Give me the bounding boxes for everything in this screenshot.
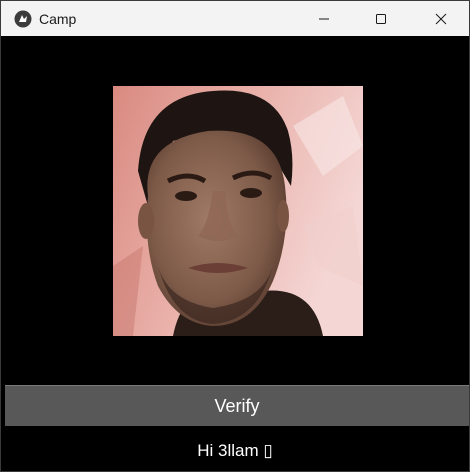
- main-content: Verify Hi 3llam ▯: [1, 36, 469, 471]
- title-bar[interactable]: Camp: [1, 1, 469, 36]
- camera-feed-image: [113, 86, 363, 336]
- window-title: Camp: [39, 11, 77, 27]
- close-button[interactable]: [418, 1, 464, 36]
- maximize-icon: [375, 13, 387, 25]
- status-label: Hi 3llam ▯: [197, 441, 273, 460]
- minimize-button[interactable]: [301, 1, 347, 36]
- maximize-button[interactable]: [358, 1, 404, 36]
- minimize-icon: [318, 13, 330, 25]
- app-window: Camp Verify Hi 3llam ▯: [0, 0, 470, 472]
- verify-button[interactable]: Verify: [5, 385, 469, 426]
- kivy-logo-icon: [14, 10, 32, 28]
- close-icon: [435, 13, 447, 25]
